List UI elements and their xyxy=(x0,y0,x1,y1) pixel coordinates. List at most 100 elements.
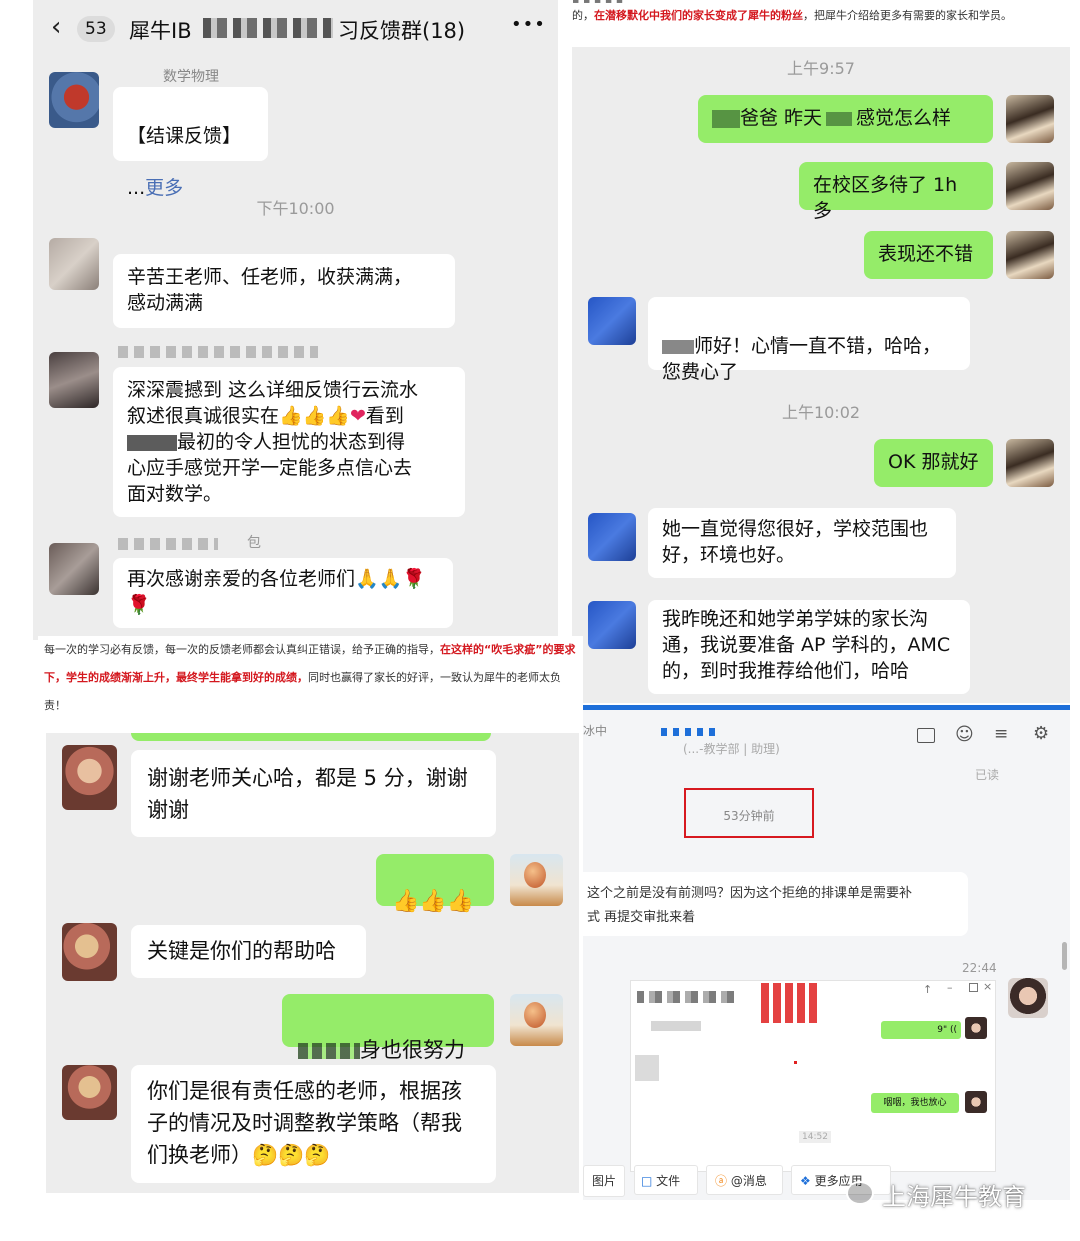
folder-icon: □ xyxy=(641,1174,653,1188)
button-label: 文件 xyxy=(656,1174,681,1188)
message-bubble[interactable]: 【结课反馈】 ...更多 xyxy=(113,87,268,199)
timestamp: 上午9:57 xyxy=(787,59,855,78)
sender-name xyxy=(118,538,218,550)
avatar[interactable] xyxy=(49,352,99,408)
name-redaction xyxy=(662,339,694,354)
rose-emoji: 🌹 xyxy=(402,568,427,590)
message-bubble[interactable]: 深深震撼到 这么详细反馈行云流水 叙述很真诚很实在👍👍👍❤看到 最初的令人担忧的… xyxy=(113,367,465,517)
button-label: 图片 xyxy=(591,1174,616,1188)
chat-panel-parent: 上午9:57 爸爸 昨天 感觉怎么样 在校区多待了 1h 多 表现还不错 师好！心… xyxy=(572,47,1070,703)
message-bubble[interactable]: 师好！心情一直不错，哈哈， 您费心了 xyxy=(648,297,970,383)
caption-text: 每一次的学习必有反馈，每一次的反馈老师都会认真纠正错误，给予正确的指导， xyxy=(44,643,440,656)
message-text: 爸爸 昨天 xyxy=(740,107,823,129)
pin-icon: ↑ xyxy=(923,983,933,996)
settings-gear-icon[interactable]: ⚙ xyxy=(1033,723,1049,744)
file-button[interactable]: □ 文件 xyxy=(634,1165,698,1195)
avatar-self[interactable] xyxy=(510,854,563,906)
balloon-icon xyxy=(524,1002,546,1028)
read-status: 已读 xyxy=(975,768,1000,782)
message-line: 最初的令人担忧的状态到得 xyxy=(127,429,451,455)
mention-button[interactable]: ⓐ @消息 xyxy=(706,1165,783,1195)
avatar-self[interactable] xyxy=(1006,231,1054,279)
chat-header: ‹ 53 犀牛IB 习反馈群(18) ••• xyxy=(33,0,558,56)
image-button[interactable]: 图片 xyxy=(583,1165,625,1197)
message-bubble-sent[interactable]: 身也很努力 xyxy=(282,994,494,1062)
balloon-icon xyxy=(524,862,546,888)
timestamp: 53分钟前 xyxy=(723,809,775,823)
add-member-icon[interactable]: ☺ xyxy=(955,724,974,745)
avatar-self[interactable] xyxy=(1006,162,1054,210)
folder-icon[interactable] xyxy=(917,728,935,743)
more-apps-button[interactable]: ❖ 更多应用 xyxy=(791,1165,891,1195)
desktop-chat-panel: 冰中 (...-教学部 | 助理) ☺ ≡ ⚙ 已读 53分钟前 这个之前是没有… xyxy=(583,710,1070,1200)
avatar-self[interactable] xyxy=(1006,95,1054,143)
message-text: 心应手感觉开学一定能多点信心去 xyxy=(127,457,413,479)
avatar[interactable] xyxy=(49,543,99,595)
message-bubble[interactable]: 我昨晚还和她学弟学妹的家长沟 通，我说要准备 AP 学科的，AMC 的，到时我推… xyxy=(648,600,970,694)
watermark-text: 上海犀牛教育 xyxy=(882,1183,1026,1211)
search-history-icon[interactable]: ≡ xyxy=(994,724,1008,744)
message-text: 这个之前是没有前测吗？因为这个拒绝的排课单是需要补 xyxy=(587,886,913,901)
chat-title-prefix: 犀牛IB xyxy=(129,19,192,43)
avatar[interactable] xyxy=(49,72,99,128)
sender-name xyxy=(118,346,318,358)
more-icon[interactable]: ••• xyxy=(511,14,546,35)
sender-name: 数学物理 xyxy=(163,69,219,85)
caption-top-right: ▪ ▪ ▪ ▪ ▪ 的，在潜移默化中我们的家长变成了犀牛的粉丝，把犀牛介绍给更多… xyxy=(572,0,1072,45)
heart-emoji: ❤ xyxy=(350,405,366,427)
maximize-icon xyxy=(969,983,978,992)
message-text: 身也很努力 xyxy=(360,1038,465,1062)
unread-count-badge: 53 xyxy=(77,16,115,42)
scrollbar[interactable] xyxy=(1062,942,1067,970)
message-bubble-sent[interactable]: 表现还不错 xyxy=(864,231,993,279)
message-text: 叙述很真诚很实在 xyxy=(127,405,280,427)
message-bubble-sent[interactable]: 在校区多待了 1h 多 xyxy=(799,162,993,222)
message-line: 叙述很真诚很实在👍👍👍❤看到 xyxy=(127,403,451,429)
avatar[interactable] xyxy=(62,1065,117,1120)
message-bubble[interactable]: 你们是很有责任感的老师，根据孩 子的情况及时调整教学策略（帮我 们换老师）🤔🤔🤔 xyxy=(131,1065,496,1183)
minimize-icon: – xyxy=(947,981,953,994)
caption-text: ，把犀牛介绍给更多有需要的家长和学员。 xyxy=(803,9,1012,22)
avatar[interactable] xyxy=(62,745,117,810)
avatar-self[interactable] xyxy=(1008,978,1048,1018)
caption-cut-line: ▪ ▪ ▪ ▪ ▪ xyxy=(572,0,1072,8)
image-message[interactable]: ↑ – × 9" (( 咽咽，我也放心 14:52 xyxy=(630,980,996,1172)
message-bubble[interactable]: 这个之前是没有前测吗？因为这个拒绝的排课单是需要补 式 再提交审批来着 xyxy=(583,872,968,936)
contact-name-redaction xyxy=(661,728,717,736)
message-bubble[interactable]: 关键是你们的帮助哈 xyxy=(131,925,366,978)
message-bubble[interactable]: 谢谢老师关心哈，都是 5 分，谢谢 谢谢 xyxy=(131,750,496,837)
caption-bottom-left: 每一次的学习必有反馈，每一次的反馈老师都会认真纠正错误，给予正确的指导，在这样的… xyxy=(38,636,583,728)
avatar[interactable] xyxy=(588,513,636,561)
message-text: 再次感谢亲爱的各位老师们 xyxy=(127,568,356,590)
message-text: 师好！心情一直不错，哈哈， 您费心了 xyxy=(662,335,942,383)
message-bubble-sent[interactable]: 爸爸 昨天 感觉怎么样 xyxy=(698,95,993,143)
avatar-self[interactable] xyxy=(510,994,563,1046)
image-redaction xyxy=(637,991,737,1003)
clap-emoji: 🙏🙏 xyxy=(355,568,403,590)
name-redaction xyxy=(127,434,177,451)
image-redaction xyxy=(651,1021,701,1031)
avatar-self xyxy=(965,1091,987,1113)
message-bubble-cut xyxy=(131,733,491,741)
avatar-self[interactable] xyxy=(1006,439,1054,487)
message-text: 【结课反馈】 xyxy=(127,125,242,147)
message-bubble[interactable]: 她一直觉得您很好，学校范围也 好，环境也好。 xyxy=(648,508,956,578)
avatar[interactable] xyxy=(588,297,636,345)
voice-duration: 9" (( xyxy=(937,1025,957,1035)
avatar[interactable] xyxy=(588,601,636,649)
title-redaction xyxy=(203,18,333,38)
avatar[interactable] xyxy=(62,923,117,981)
avatar[interactable] xyxy=(49,238,99,290)
thumbs-up-emoji: 👍👍👍 xyxy=(392,889,475,914)
message-text: 最初的令人担忧的状态到得 xyxy=(177,431,406,453)
message-bubble[interactable]: 再次感谢亲爱的各位老师们🙏🙏🌹 🌹 xyxy=(113,558,453,628)
message-bubble-sent[interactable]: 👍👍👍 xyxy=(376,854,494,914)
rose-emoji: 🌹 xyxy=(127,594,151,616)
contact-name-prefix: 冰中 xyxy=(583,724,608,738)
message-bubble[interactable]: 辛苦王老师、任老师，收获满满， 感动满满 xyxy=(113,254,455,328)
button-label: @消息 xyxy=(730,1174,767,1188)
back-icon[interactable]: ‹ xyxy=(51,12,61,42)
voice-bubble: 9" (( xyxy=(881,1021,961,1039)
image-redaction xyxy=(635,1055,659,1081)
message-bubble-sent[interactable]: OK 那就好 xyxy=(874,439,993,487)
